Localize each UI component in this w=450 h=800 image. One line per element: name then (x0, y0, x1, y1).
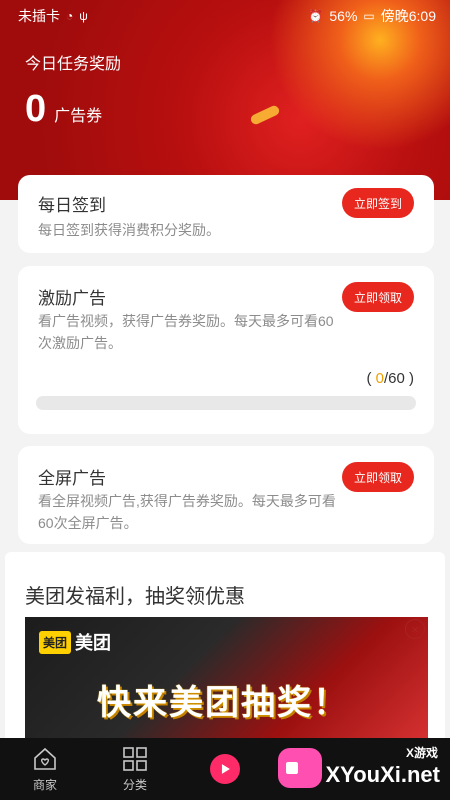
task-card-fullscreen-ad: 全屏广告 看全屏视频广告,获得广告券奖励。每天最多可看60次全屏广告。 立即领取 (18, 446, 434, 544)
coupon-count: 0 广告券 (25, 88, 102, 131)
progress-bar (36, 396, 416, 410)
gamepad-icon (278, 748, 322, 788)
watermark-small: X游戏 (405, 746, 438, 760)
task-title: 全屏广告 (38, 469, 106, 488)
close-icon[interactable]: × (405, 619, 425, 639)
battery-icon: ▭ (363, 9, 375, 23)
meituan-logo-box: 美团 (39, 630, 72, 654)
usb-icon: ψ (79, 9, 88, 23)
clock-text: 傍晚6:09 (380, 8, 436, 24)
task-title: 激励广告 (38, 289, 106, 308)
progress-open: ( (366, 370, 372, 387)
watermark: X游戏 XYouXi.net (274, 740, 444, 798)
tab-categories[interactable]: 分类 (90, 738, 180, 800)
task-desc: 看全屏视频广告,获得广告券奖励。每天最多可看60次全屏广告。 (38, 493, 336, 531)
meituan-logo-text: 美团 (75, 633, 112, 653)
banner-headline: 快来美团抽奖！ (97, 684, 349, 722)
tab-label: 分类 (122, 777, 147, 792)
promo-section: 美团发福利，抽奖领优惠 美团 美团 快来美团抽奖！ × (5, 552, 445, 742)
task-desc: 每日签到获得消费积分奖励。 (38, 222, 220, 238)
coupon-count-value: 0 (25, 88, 47, 130)
progress-close: ) (409, 370, 414, 387)
tab-video[interactable] (180, 738, 270, 800)
progress-current: 0 (375, 370, 384, 387)
promo-title: 美团发福利，抽奖领优惠 (25, 586, 245, 608)
alarm-icon: ⏰ (308, 9, 324, 23)
progress-total: 60 (388, 370, 405, 387)
wifi-icon: ◔ (66, 9, 74, 23)
tab-merchants[interactable]: 商家 (0, 738, 90, 800)
coupon-count-unit: 广告券 (54, 108, 103, 125)
checkin-button[interactable]: 立即签到 (342, 188, 414, 218)
battery-text: 56% (329, 8, 358, 24)
play-icon (210, 754, 240, 784)
grid-icon (123, 746, 147, 771)
tab-label: 商家 (32, 777, 57, 792)
hero-glow (249, 104, 281, 126)
carrier-text: 未插卡 (18, 8, 60, 24)
meituan-logo: 美团 美团 (39, 629, 111, 655)
home-icon (34, 747, 56, 770)
status-bar: 未插卡 ◔ ψ ⏰ 56% ▭ 傍晚6:09 (0, 0, 450, 32)
task-card-reward-ad: 激励广告 看广告视频，获得广告券奖励。每天最多可看60次激励广告。 立即领取 (… (18, 266, 434, 434)
claim-fullscreen-ad-button[interactable]: 立即领取 (342, 462, 414, 492)
header-title: 今日任务奖励 (25, 56, 122, 73)
progress-counter: ( 0/60 ) (366, 370, 414, 387)
task-desc: 看广告视频，获得广告券奖励。每天最多可看60次激励广告。 (38, 313, 334, 351)
task-title: 每日签到 (38, 196, 106, 215)
task-card-checkin: 每日签到 每日签到获得消费积分奖励。 立即签到 (18, 175, 434, 253)
claim-reward-ad-button[interactable]: 立即领取 (342, 282, 414, 312)
watermark-big: XYouXi.net (325, 762, 441, 787)
promo-banner[interactable]: 美团 美团 快来美团抽奖！ × (25, 617, 428, 742)
